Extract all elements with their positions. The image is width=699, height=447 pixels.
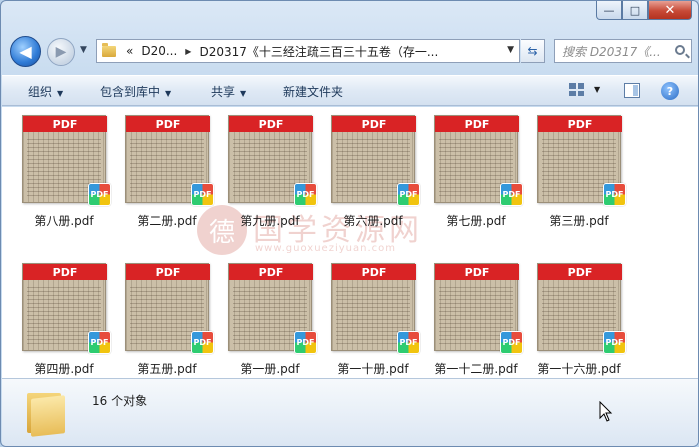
breadcrumb-separator-icon[interactable]: ▶ — [181, 47, 195, 56]
breadcrumb-overflow[interactable]: « — [116, 44, 137, 58]
pdf-app-icon: PDF — [191, 331, 214, 354]
file-name[interactable]: 第一十册.pdf — [323, 360, 423, 377]
share-label: 共享 — [211, 85, 236, 99]
maximize-button[interactable]: □ — [622, 1, 648, 20]
pdf-app-icon: PDF — [397, 331, 420, 354]
file-item[interactable]: PDF PDF 第八册.pdf — [22, 115, 122, 255]
pdf-app-icon: PDF — [397, 183, 420, 206]
file-item[interactable]: PDF PDF 第一册.pdf — [228, 263, 328, 378]
chevron-down-icon: ▼ — [57, 89, 64, 98]
pdf-app-icon: PDF — [603, 331, 626, 354]
new-folder-button[interactable]: 新建文件夹 — [283, 83, 343, 100]
organize-label: 组织 — [28, 85, 53, 99]
search-input[interactable]: 搜索 D20317《... — [555, 43, 665, 60]
search-icon[interactable] — [675, 45, 685, 55]
folder-icon — [102, 42, 116, 57]
pdf-banner: PDF — [23, 264, 107, 280]
file-list[interactable]: 德 国学资源网 www.guoxueziyuan.com PDF PDF 第八册.p… — [2, 107, 698, 378]
file-item[interactable]: PDF PDF 第三册.pdf — [537, 115, 637, 255]
close-button[interactable]: ✕ — [648, 1, 692, 20]
file-item[interactable]: PDF PDF 第一十册.pdf — [331, 263, 431, 378]
pdf-app-icon: PDF — [603, 183, 626, 206]
forward-arrow-icon: ▶ — [55, 44, 67, 60]
search-box[interactable]: 搜索 D20317《... — [554, 39, 692, 63]
organize-menu[interactable]: 组织 ▼ — [28, 83, 63, 100]
pdf-app-icon: PDF — [88, 331, 111, 354]
pdf-banner: PDF — [332, 116, 416, 132]
refresh-icon: ⇆ — [527, 44, 538, 58]
file-name[interactable]: 第八册.pdf — [14, 212, 114, 229]
address-row: ◀ ▶ ▼ « D20... ▶ D20317《十三经注疏三百三十五卷（存一..… — [1, 31, 698, 71]
pdf-banner: PDF — [229, 264, 313, 280]
pdf-banner: PDF — [126, 264, 210, 280]
pdf-app-icon: PDF — [500, 331, 523, 354]
pdf-banner: PDF — [229, 116, 313, 132]
file-name[interactable]: 第三册.pdf — [529, 212, 629, 229]
file-item[interactable]: PDF PDF 第七册.pdf — [434, 115, 534, 255]
pdf-app-icon: PDF — [294, 331, 317, 354]
share-menu[interactable]: 共享 ▼ — [211, 83, 246, 100]
pdf-banner: PDF — [435, 116, 519, 132]
address-bar[interactable]: « D20... ▶ D20317《十三经注疏三百三十五卷（存一... ▼ — [96, 39, 520, 63]
minimize-button[interactable]: — — [596, 1, 622, 20]
pdf-app-icon: PDF — [191, 183, 214, 206]
pdf-banner: PDF — [538, 264, 622, 280]
recent-pages-dropdown[interactable]: ▼ — [80, 45, 87, 55]
pdf-banner: PDF — [126, 116, 210, 132]
chevron-down-icon: ▼ — [240, 89, 247, 98]
file-item[interactable]: PDF PDF 第六册.pdf — [331, 115, 431, 255]
pdf-app-icon: PDF — [294, 183, 317, 206]
include-in-library-menu[interactable]: 包含到库中 ▼ — [100, 83, 171, 100]
explorer-window: — □ ✕ ◀ ▶ ▼ « D20... ▶ D20317《十三经注疏三百三十五… — [0, 0, 699, 447]
file-name[interactable]: 第一册.pdf — [220, 360, 320, 377]
pdf-app-icon: PDF — [500, 183, 523, 206]
item-count: 16 个对象 — [92, 394, 148, 408]
include-label: 包含到库中 — [100, 85, 161, 99]
pdf-banner: PDF — [332, 264, 416, 280]
breadcrumb-item[interactable]: D20317《十三经注疏三百三十五卷（存一... — [195, 43, 442, 60]
file-item[interactable]: PDF PDF 第一十六册.pdf — [537, 263, 637, 378]
details-pane: 16 个对象 — [2, 378, 698, 446]
chevron-down-icon: ▼ — [165, 89, 172, 98]
help-icon: ? — [666, 84, 674, 98]
file-name[interactable]: 第一十二册.pdf — [426, 360, 526, 377]
file-item[interactable]: PDF PDF 第四册.pdf — [22, 263, 122, 378]
back-arrow-icon: ◀ — [19, 42, 32, 61]
file-name[interactable]: 第一十六册.pdf — [529, 360, 629, 377]
folder-icon — [27, 389, 67, 437]
file-name[interactable]: 第二册.pdf — [117, 212, 217, 229]
view-icon — [569, 83, 584, 96]
file-item[interactable]: PDF PDF 第九册.pdf — [228, 115, 328, 255]
file-item[interactable]: PDF PDF 第五册.pdf — [125, 263, 225, 378]
file-name[interactable]: 第四册.pdf — [14, 360, 114, 377]
file-name[interactable]: 第七册.pdf — [426, 212, 526, 229]
pdf-banner: PDF — [23, 116, 107, 132]
new-folder-label: 新建文件夹 — [283, 85, 344, 99]
file-name[interactable]: 第五册.pdf — [117, 360, 217, 377]
preview-pane-button[interactable] — [624, 83, 640, 98]
file-name[interactable]: 第九册.pdf — [220, 212, 320, 229]
help-button[interactable]: ? — [661, 82, 679, 100]
change-view-button[interactable]: ▼ — [569, 83, 600, 96]
command-bar: 组织 ▼ 包含到库中 ▼ 共享 ▼ 新建文件夹 ▼ ? — [2, 75, 698, 106]
file-item[interactable]: PDF PDF 第二册.pdf — [125, 115, 225, 255]
window-controls: — □ ✕ — [596, 1, 692, 20]
refresh-button[interactable]: ⇆ — [521, 39, 545, 63]
back-button[interactable]: ◀ — [10, 36, 41, 67]
file-item[interactable]: PDF PDF 第一十二册.pdf — [434, 263, 534, 378]
pdf-banner: PDF — [538, 116, 622, 132]
forward-button[interactable]: ▶ — [47, 38, 75, 66]
breadcrumb-item[interactable]: D20... — [137, 44, 181, 58]
address-dropdown-icon[interactable]: ▼ — [507, 45, 514, 55]
file-name[interactable]: 第六册.pdf — [323, 212, 423, 229]
pdf-app-icon: PDF — [88, 183, 111, 206]
chevron-down-icon[interactable]: ▼ — [594, 85, 600, 94]
pdf-banner: PDF — [435, 264, 519, 280]
